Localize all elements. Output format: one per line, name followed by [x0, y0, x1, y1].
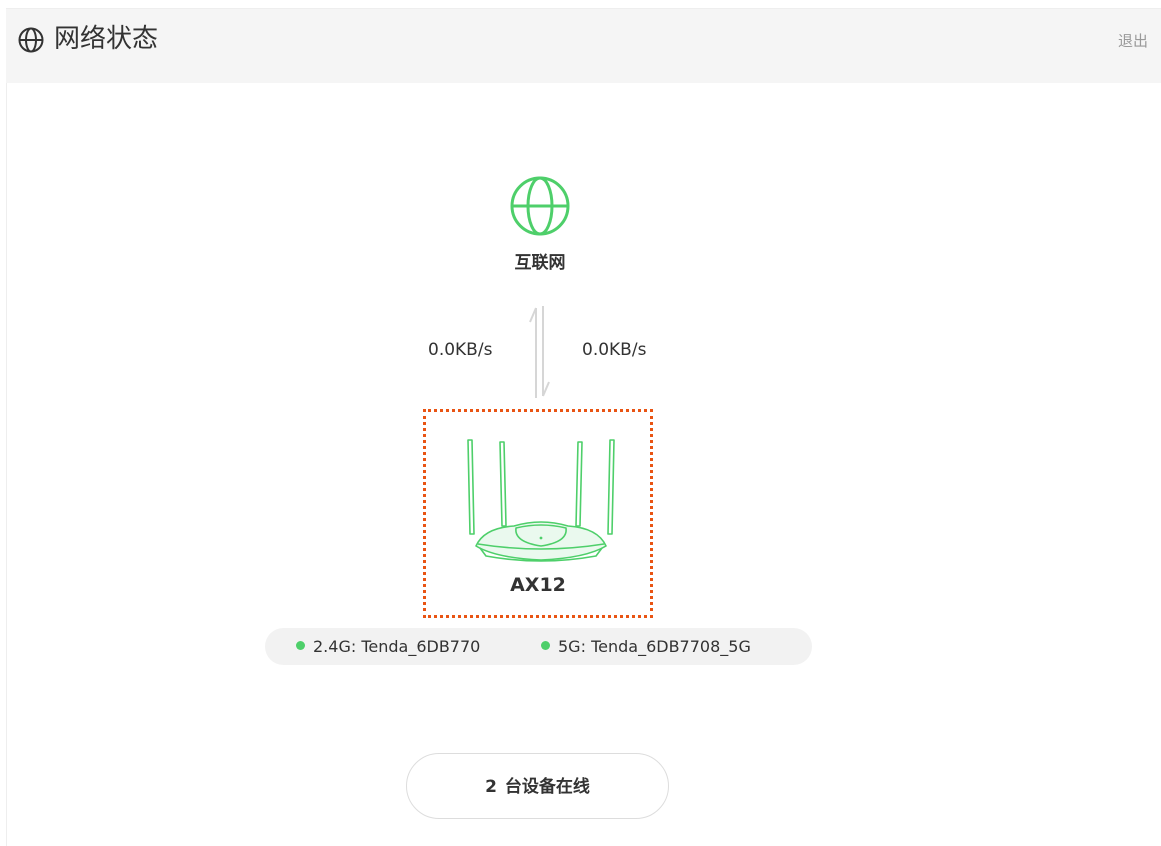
- upload-rate: 0.0KB/s: [428, 340, 493, 360]
- network-status-page: 网络状态 退出 互联网 0.0KB/s 0.0KB/s AX12 2.4G: T…: [0, 0, 1161, 846]
- download-rate: 0.0KB/s: [582, 340, 647, 360]
- internet-globe-icon: [510, 176, 570, 236]
- wifi-band-label: 2.4G:: [313, 637, 357, 656]
- device-count-label: 台设备在线: [504, 777, 590, 797]
- device-count: 2: [485, 777, 497, 797]
- router-name: AX12: [510, 574, 566, 596]
- logout-link[interactable]: 退出: [1118, 31, 1148, 51]
- wifi-ssid: Tenda_6DB770: [361, 637, 481, 656]
- wifi-info-bar: 2.4G: Tenda_6DB770 5G: Tenda_6DB7708_5G: [265, 628, 812, 665]
- internet-label: 互联网: [514, 253, 566, 273]
- online-devices-button[interactable]: 2 台设备在线: [406, 753, 669, 819]
- page-title: 网络状态: [54, 24, 159, 54]
- wifi-band-label: 5G:: [558, 637, 586, 656]
- left-border: [6, 82, 7, 846]
- transfer-arrows-icon: [529, 306, 550, 398]
- status-dot-icon: [296, 641, 305, 650]
- router-card[interactable]: AX12: [423, 409, 653, 618]
- status-dot-icon: [541, 641, 550, 650]
- page-header: 网络状态 退出: [6, 8, 1161, 83]
- wifi-5g-item: 5G: Tenda_6DB7708_5G: [541, 636, 751, 657]
- globe-icon: [18, 27, 44, 53]
- wifi-24g-item: 2.4G: Tenda_6DB770: [296, 636, 480, 657]
- wifi-ssid: Tenda_6DB7708_5G: [591, 637, 751, 656]
- router-icon: [467, 439, 615, 562]
